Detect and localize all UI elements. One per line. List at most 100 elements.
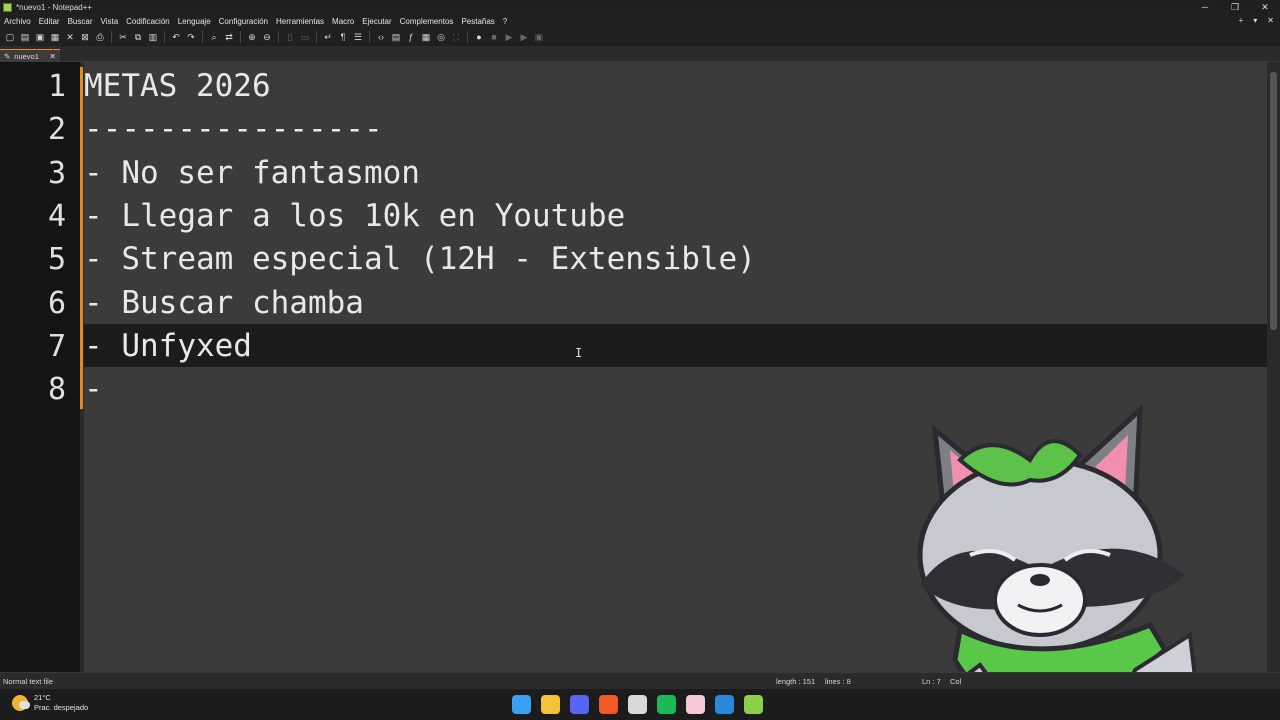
window-title: *nuevo1 - Notepad++ [16, 2, 93, 12]
redo-icon[interactable]: ↷ [184, 30, 198, 44]
menu-buscar[interactable]: Buscar [64, 17, 97, 26]
open-file-icon[interactable]: ▤ [18, 30, 32, 44]
minimize-button[interactable]: ─ [1190, 0, 1220, 14]
editor-line[interactable]: - [84, 368, 103, 411]
windows-start-icon[interactable] [512, 695, 531, 714]
editor-line[interactable]: METAS 2026 [84, 65, 271, 108]
weather-desc: Prac. despejado [34, 703, 89, 712]
menu-herramientas[interactable]: Herramientas [272, 17, 328, 26]
play-macro-icon[interactable]: ▶ [502, 30, 516, 44]
close-all-icon[interactable]: ⊠ [78, 30, 92, 44]
sync-h-icon[interactable]: ▭ [298, 30, 312, 44]
toolbar-separator [278, 31, 279, 43]
editor-line[interactable]: - Buscar chamba [84, 282, 364, 325]
zoom-in-icon[interactable]: ⊕ [245, 30, 259, 44]
indent-guide-icon[interactable]: ☰ [351, 30, 365, 44]
close-window-button[interactable]: ✕ [1250, 0, 1280, 14]
weather-widget[interactable]: 21°C Prac. despejado [12, 693, 88, 713]
toolbar-separator [316, 31, 317, 43]
save-all-icon[interactable]: ▦ [48, 30, 62, 44]
record-macro-icon[interactable]: ● [472, 30, 486, 44]
editor-line[interactable]: - No ser fantasmon [84, 152, 420, 195]
toolbar-separator [240, 31, 241, 43]
status-lines: lines : 8 [825, 677, 851, 686]
status-col: Col [950, 677, 962, 686]
line-number: 1 [47, 69, 66, 104]
menu-complementos[interactable]: Complementos [396, 17, 458, 26]
brave-icon[interactable] [599, 695, 618, 714]
menu-codificacion[interactable]: Codificación [122, 17, 174, 26]
fullscreen-icon[interactable]: ⛶ [449, 30, 463, 44]
scrollbar-thumb[interactable] [1270, 72, 1277, 330]
tab-bar: ✎ nuevo1 ✕ [0, 46, 1280, 62]
stop-macro-icon[interactable]: ■ [487, 30, 501, 44]
print-icon[interactable]: ⎙ [93, 30, 107, 44]
status-ln: Ln : 7 [922, 677, 941, 686]
notepadpp-icon[interactable] [744, 695, 763, 714]
line-number: 4 [47, 198, 66, 234]
windows-taskbar: 21°C Prac. despejado [0, 689, 1280, 720]
word-wrap-icon[interactable]: ↵ [321, 30, 335, 44]
app-pink-icon[interactable] [686, 695, 705, 714]
menu-pestanas[interactable]: Pestañas [457, 17, 498, 26]
new-tab-button[interactable]: + [1239, 14, 1244, 28]
replace-icon[interactable]: ⇄ [222, 30, 236, 44]
pencil-icon: ✎ [4, 51, 11, 61]
run-macro-icon[interactable]: ▶ [517, 30, 531, 44]
line-number: 6 [47, 285, 66, 321]
tab-list-button[interactable]: ▾ [1253, 14, 1257, 28]
change-history-bar [80, 67, 83, 409]
cut-icon[interactable]: ✂ [116, 30, 130, 44]
undo-icon[interactable]: ↶ [169, 30, 183, 44]
file-explorer-icon[interactable] [541, 695, 560, 714]
maximize-button[interactable]: ❐ [1220, 0, 1250, 14]
copy-icon[interactable]: ⧉ [131, 30, 145, 44]
menu-vista[interactable]: Vista [97, 17, 123, 26]
tab-label: nuevo1 [14, 51, 39, 61]
editor-line[interactable]: - Llegar a los 10k en Youtube [84, 195, 625, 238]
text-cursor-icon: I [575, 346, 583, 360]
xml-icon[interactable]: ‹› [374, 30, 388, 44]
line-number: 5 [47, 242, 66, 278]
tab-nuevo1[interactable]: ✎ nuevo1 ✕ [0, 49, 60, 62]
find-icon[interactable]: ⌕ [207, 30, 221, 44]
tab-close-icon[interactable]: ✕ [49, 52, 56, 61]
folder-workspace-icon[interactable]: ▦ [419, 30, 433, 44]
menu-ejecutar[interactable]: Ejecutar [358, 17, 395, 26]
paste-icon[interactable]: ▥ [146, 30, 160, 44]
menu-macro[interactable]: Macro [328, 17, 358, 26]
show-all-chars-icon[interactable]: ¶ [336, 30, 350, 44]
weather-temp: 21°C [34, 693, 51, 702]
spotify-icon[interactable] [657, 695, 676, 714]
menu-archivo[interactable]: Archivo [0, 17, 35, 26]
editor-line[interactable]: ---------------- [84, 108, 383, 151]
editor-line[interactable]: - Stream especial (12H - Extensible) [84, 238, 756, 281]
new-file-icon[interactable]: ▢ [3, 30, 17, 44]
toolbar-separator [202, 31, 203, 43]
close-icon[interactable]: ✕ [63, 30, 77, 44]
status-bar: Normal text file length : 151 lines : 8 … [0, 672, 1280, 689]
line-number-gutter: 1 2 3 4 5 6 7 8 [0, 62, 80, 672]
sync-v-icon[interactable]: ▯ [283, 30, 297, 44]
menu-bar: Archivo Editar Buscar Vista Codificación… [0, 14, 1280, 28]
weather-sun-icon [12, 695, 30, 711]
window-controls: ─ ❐ ✕ [1190, 0, 1280, 14]
vertical-scrollbar[interactable] [1267, 62, 1280, 672]
function-list-icon[interactable]: ƒ [404, 30, 418, 44]
menu-lenguaje[interactable]: Lenguaje [174, 17, 215, 26]
monitoring-icon[interactable]: ◎ [434, 30, 448, 44]
save-macro-icon[interactable]: ▣ [532, 30, 546, 44]
save-icon[interactable]: ▣ [33, 30, 47, 44]
menu-right-controls: + ▾ ✕ [1239, 14, 1274, 28]
paint-icon[interactable] [715, 695, 734, 714]
discord-icon[interactable] [570, 695, 589, 714]
close-doc-button[interactable]: ✕ [1267, 14, 1274, 28]
editor-line[interactable]: - Unfyxed [84, 325, 252, 368]
obs-icon[interactable] [628, 695, 647, 714]
menu-configuracion[interactable]: Configuración [215, 17, 272, 26]
zoom-out-icon[interactable]: ⊖ [260, 30, 274, 44]
menu-editar[interactable]: Editar [35, 17, 64, 26]
menu-help[interactable]: ? [499, 17, 511, 26]
doc-map-icon[interactable]: ▤ [389, 30, 403, 44]
title-bar: *nuevo1 - Notepad++ ─ ❐ ✕ [0, 0, 1280, 14]
